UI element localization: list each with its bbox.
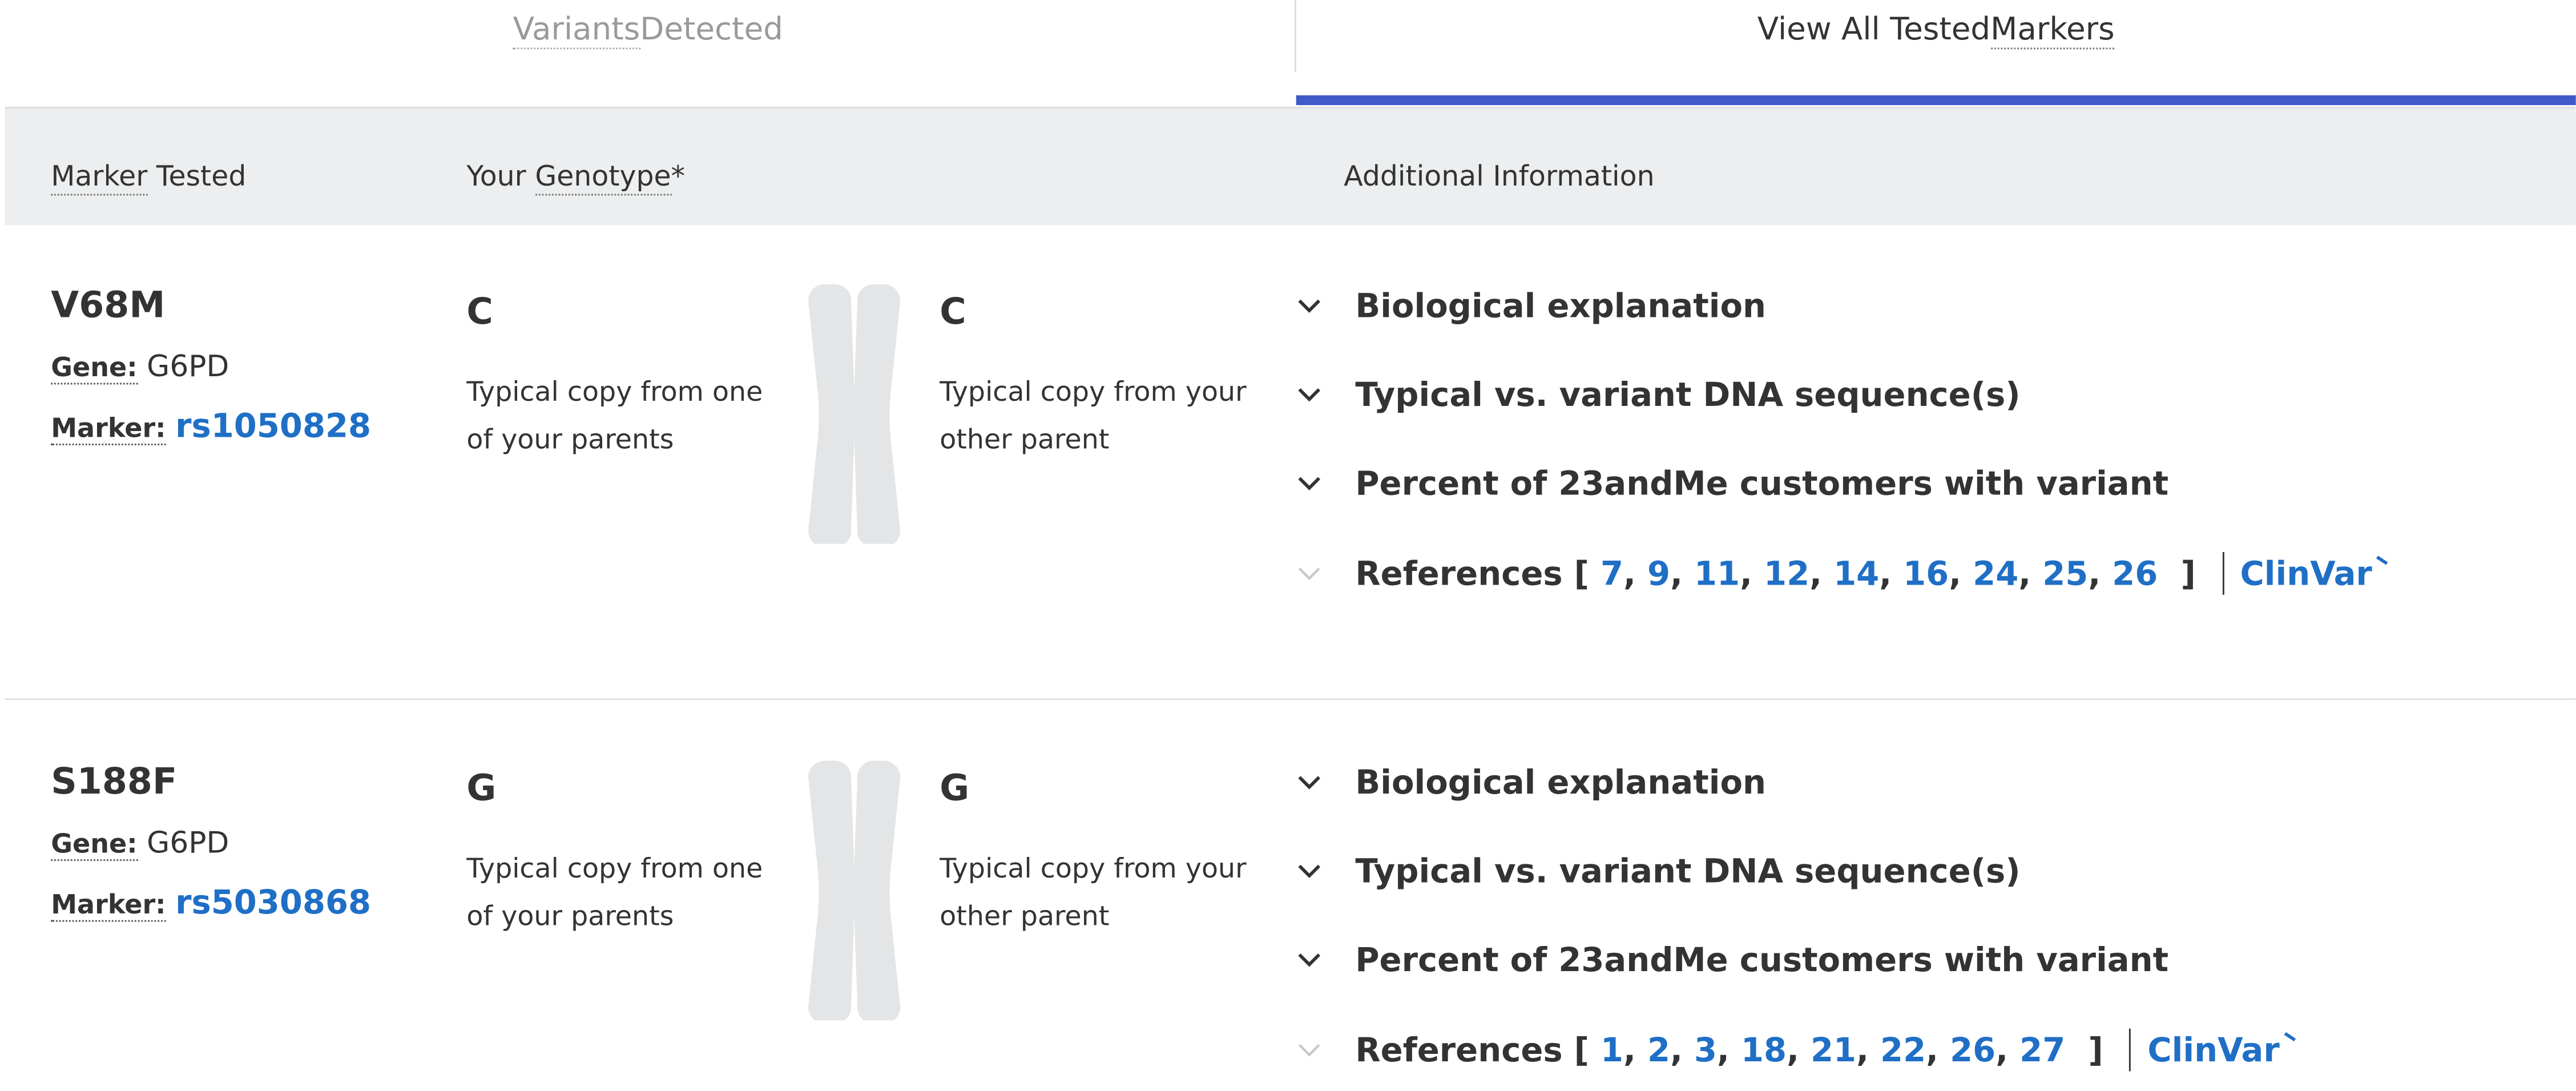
accordion-biological-explanation[interactable]: Biological explanation: [1293, 762, 1766, 802]
allele-1: G: [466, 768, 497, 810]
accordion-percent-customers[interactable]: Percent of 23andMe customers with varian…: [1293, 940, 2168, 979]
reference-link[interactable]: 11: [1694, 554, 1740, 593]
marker-term[interactable]: Marker:: [51, 412, 166, 445]
tab-variants-detected-label: Detected: [640, 11, 783, 48]
active-tab-indicator: [1296, 95, 2576, 106]
tab-view-all-tested-markers[interactable]: View All Tested Markers: [1296, 0, 2576, 105]
references-line: References [ 1, 2, 3, 18, 21, 22, 26, 27…: [1293, 1028, 2296, 1072]
accordion-label: Typical vs. variant DNA sequence(s): [1355, 851, 2021, 891]
chevron-down-icon: [1298, 864, 1321, 879]
reference-link[interactable]: 18: [1741, 1030, 1787, 1070]
marker-term[interactable]: Marker: [51, 161, 148, 196]
references-divider: [2129, 1028, 2131, 1072]
references-divider: [2222, 552, 2224, 595]
reference-link[interactable]: 1: [1601, 1030, 1623, 1070]
table-row: S188F Gene: G6PD Marker: rs5030868 G Typ…: [5, 700, 2576, 1091]
allele-1: C: [466, 292, 493, 334]
marker-line: Marker: rs1050828: [51, 406, 371, 445]
accordion-percent-customers[interactable]: Percent of 23andMe customers with varian…: [1293, 464, 2168, 503]
accordion-label: Biological explanation: [1355, 762, 1766, 802]
tab-view-all-label: View All Tested: [1757, 11, 1991, 48]
references-line: References [ 7, 9, 11, 12, 14, 16, 24, 2…: [1293, 552, 2389, 595]
column-marker-tested-label: Tested: [147, 161, 247, 194]
tab-variants-detected-term[interactable]: Variants: [513, 11, 640, 50]
accordion-label: Biological explanation: [1355, 285, 1766, 325]
gene-term[interactable]: Gene:: [51, 351, 138, 385]
accordion-label: Percent of 23andMe customers with varian…: [1355, 940, 2169, 980]
genotype-asterisk: *: [671, 161, 686, 194]
chevron-down-icon: [1298, 299, 1321, 313]
tab-variants-detected[interactable]: Variants Detected: [0, 0, 1296, 105]
chevron-down-icon: [1298, 388, 1321, 402]
external-link-icon: [2376, 555, 2388, 565]
genotype-term[interactable]: Genotype: [535, 161, 671, 196]
chromosome-icon: [808, 760, 901, 1021]
reference-link[interactable]: 14: [1833, 554, 1879, 593]
reference-link[interactable]: 26: [1950, 1030, 1996, 1070]
chevron-down-icon: [1298, 776, 1321, 790]
accordion-label: Typical vs. variant DNA sequence(s): [1355, 375, 2021, 414]
allele-2-description: Typical copy from your other parent: [940, 376, 1247, 456]
accordion-dna-sequences[interactable]: Typical vs. variant DNA sequence(s): [1293, 851, 2021, 891]
chevron-down-icon: [1298, 953, 1321, 967]
rsid-link[interactable]: rs5030868: [175, 882, 371, 921]
allele-1-description: Typical copy from one of your parents: [466, 852, 763, 932]
column-marker-tested: Marker Tested: [51, 161, 247, 196]
reference-link[interactable]: 16: [1903, 554, 1949, 593]
reference-link[interactable]: 26: [2112, 554, 2158, 593]
rsid-link[interactable]: rs1050828: [175, 406, 371, 445]
gene-term[interactable]: Gene:: [51, 828, 138, 861]
clinvar-link[interactable]: ClinVar: [2147, 1030, 2279, 1070]
gene-value: G6PD: [147, 350, 229, 385]
reference-link[interactable]: 27: [2019, 1030, 2065, 1070]
accordion-dna-sequences[interactable]: Typical vs. variant DNA sequence(s): [1293, 375, 2021, 414]
chevron-down-icon: [1298, 567, 1320, 581]
table-row: V68M Gene: G6PD Marker: rs1050828 C Typi…: [5, 223, 2576, 698]
gene-line: Gene: G6PD: [51, 350, 229, 384]
gene-line: Gene: G6PD: [51, 827, 229, 861]
reference-link[interactable]: 25: [2042, 554, 2088, 593]
reference-link[interactable]: 9: [1647, 554, 1670, 593]
reference-link[interactable]: 22: [1880, 1030, 1926, 1070]
references-close: ]: [2088, 1030, 2103, 1070]
reference-link[interactable]: 2: [1647, 1030, 1670, 1070]
external-link-icon: [2283, 1032, 2296, 1042]
marker-term[interactable]: Marker:: [51, 888, 166, 922]
gene-value: G6PD: [147, 826, 229, 861]
allele-1-description: Typical copy from one of your parents: [466, 376, 763, 456]
column-your-genotype-label: Your: [466, 161, 535, 194]
allele-2-description: Typical copy from your other parent: [940, 852, 1247, 932]
reference-link[interactable]: 21: [1811, 1030, 1856, 1070]
chevron-down-icon: [1298, 477, 1321, 490]
marker-line: Marker: rs5030868: [51, 882, 371, 922]
chromosome-icon: [808, 284, 901, 544]
reference-link[interactable]: 3: [1694, 1030, 1717, 1070]
clinvar-link[interactable]: ClinVar: [2240, 554, 2372, 593]
tab-bar: Variants Detected View All Tested Marker…: [0, 0, 2576, 106]
chevron-down-icon: [1298, 1044, 1320, 1057]
table-header: Marker Tested Your Genotype* Additional …: [5, 107, 2576, 226]
reference-link[interactable]: 24: [1973, 554, 2018, 593]
references-close: ]: [2180, 553, 2196, 593]
variant-name: V68M: [51, 285, 166, 327]
tab-view-all-term[interactable]: Markers: [1990, 11, 2115, 50]
reference-link[interactable]: 7: [1601, 554, 1623, 593]
references-label: References [: [1355, 1030, 1589, 1070]
allele-2: C: [940, 292, 966, 334]
references-label: References [: [1355, 553, 1589, 593]
allele-2: G: [940, 768, 970, 810]
accordion-label: Percent of 23andMe customers with varian…: [1355, 463, 2169, 503]
variant-name: S188F: [51, 762, 178, 804]
column-additional-information: Additional Information: [1344, 161, 1655, 194]
accordion-biological-explanation[interactable]: Biological explanation: [1293, 286, 1766, 325]
column-your-genotype: Your Genotype*: [466, 161, 686, 196]
reference-link[interactable]: 12: [1764, 554, 1809, 593]
